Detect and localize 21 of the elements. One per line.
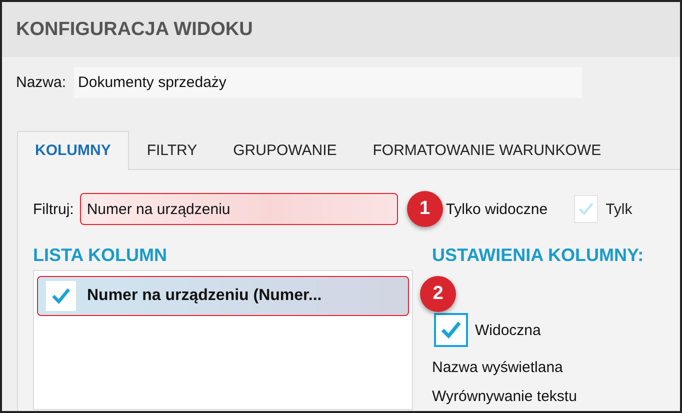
checkbox[interactable]: [434, 313, 468, 347]
callout-badge: 2: [420, 276, 456, 312]
option-label: Tylk: [606, 200, 632, 218]
checkbox-label: Widoczna: [475, 322, 541, 338]
filter-label: Filtruj:: [33, 200, 74, 218]
check-icon: [576, 200, 595, 218]
checkbox[interactable]: [46, 281, 76, 311]
tab[interactable]: FILTRY: [128, 131, 216, 170]
tab[interactable]: GRUPOWANIE: [215, 131, 355, 170]
tab[interactable]: KOLUMNY: [17, 131, 129, 170]
filter-field[interactable]: Numer na urządzeniu: [80, 193, 398, 225]
section-heading: USTAWIENIA KOLUMNY:: [432, 245, 645, 266]
option-label: Tylko widoczne: [446, 200, 548, 218]
window-title: KONFIGURACJA WIDOKU: [16, 18, 253, 40]
name-field[interactable]: Dokumenty sprzedaży: [74, 67, 582, 98]
tab[interactable]: FORMATOWANIE WARUNKOWE: [354, 131, 620, 170]
field-label: Wyrównywanie tekstu: [432, 388, 578, 405]
callout-badge: 1: [406, 191, 443, 227]
section-heading: LISTA KOLUMN: [33, 245, 168, 266]
field-label: Nazwa wyświetlana: [432, 359, 564, 376]
name-label: Nazwa:: [16, 74, 66, 91]
